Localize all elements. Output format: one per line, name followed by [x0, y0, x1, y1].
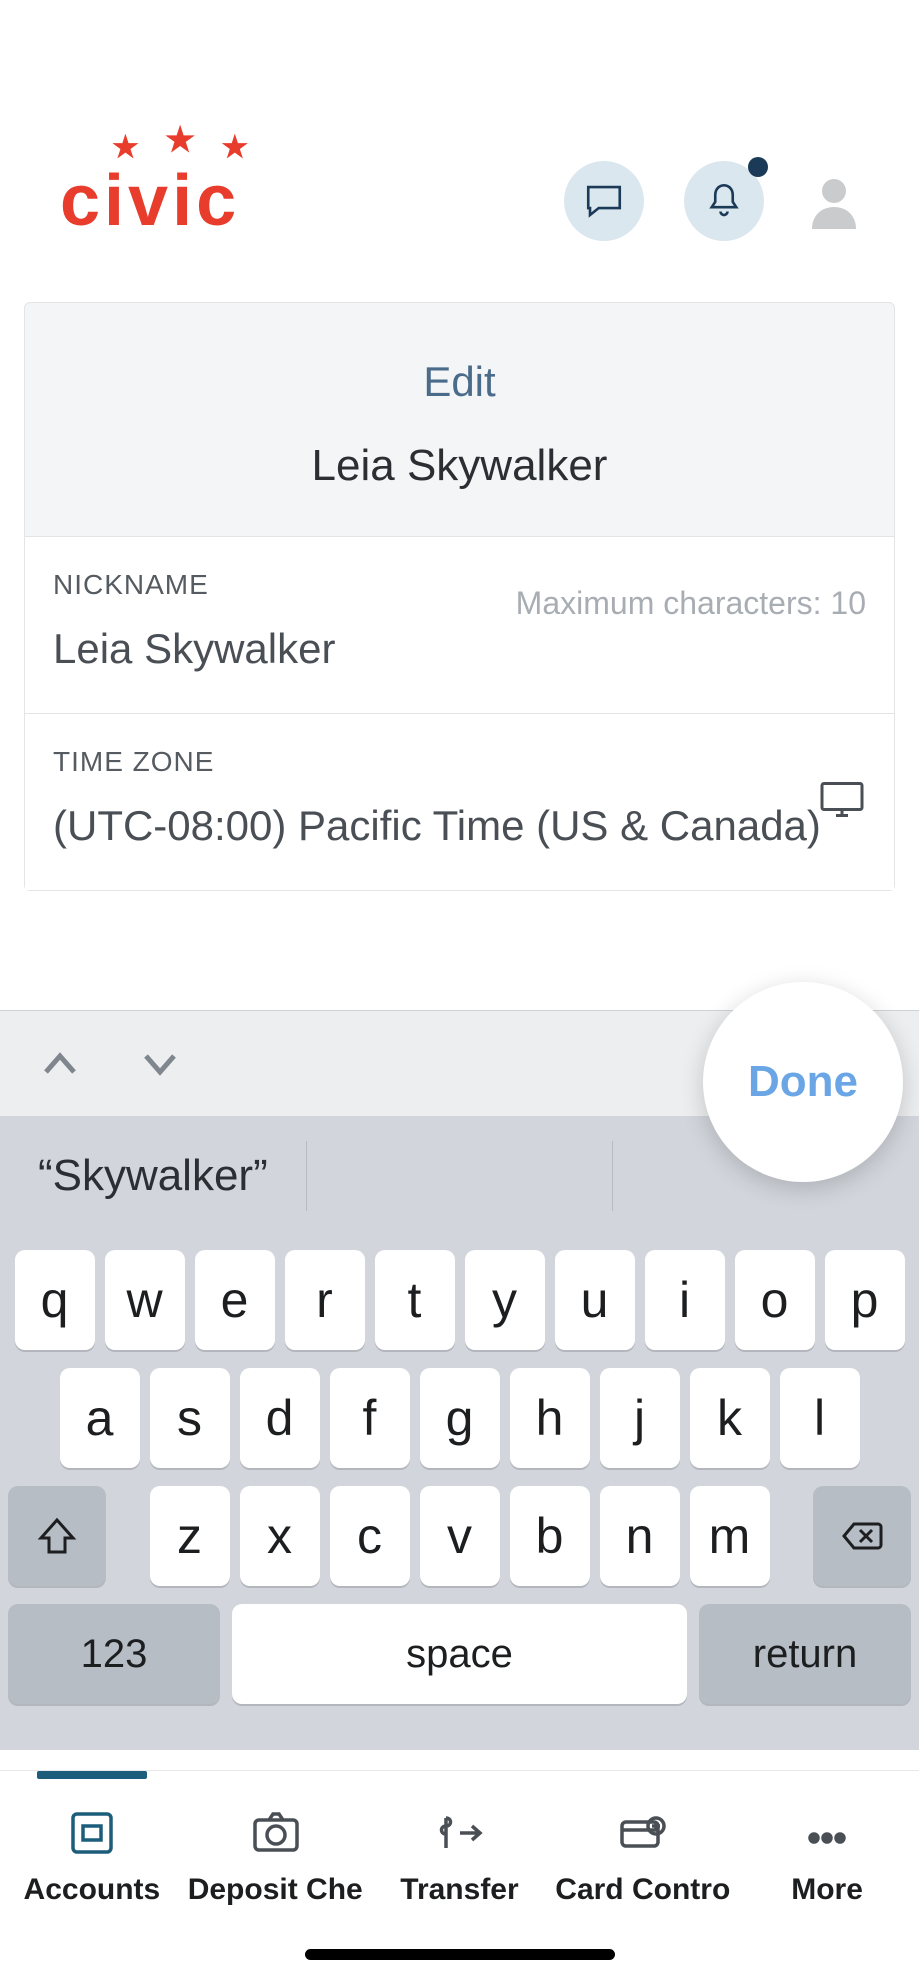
- keyboard-row-2: a s d f g h j k l: [8, 1368, 911, 1468]
- app-header: ★ ★ ★ civic: [0, 0, 919, 302]
- key-l[interactable]: l: [780, 1368, 860, 1468]
- key-q[interactable]: q: [15, 1250, 95, 1350]
- key-e[interactable]: e: [195, 1250, 275, 1350]
- key-i[interactable]: i: [645, 1250, 725, 1350]
- tab-accounts[interactable]: Accounts: [3, 1807, 181, 1907]
- card-controls-icon: [616, 1806, 670, 1860]
- return-key[interactable]: return: [699, 1604, 911, 1704]
- key-o[interactable]: o: [735, 1250, 815, 1350]
- tab-label: More: [791, 1873, 863, 1907]
- star-icon: ★: [221, 130, 252, 165]
- tab-deposit-check[interactable]: Deposit Check: [187, 1807, 365, 1907]
- key-z[interactable]: z: [150, 1486, 230, 1586]
- timezone-value: (UTC-08:00) Pacific Time (US & Canada): [53, 802, 866, 850]
- profile-button[interactable]: [804, 171, 864, 231]
- chat-icon: [583, 180, 625, 222]
- timezone-row[interactable]: TIME ZONE (UTC-08:00) Pacific Time (US &…: [25, 713, 894, 890]
- accounts-icon: [65, 1806, 119, 1860]
- key-p[interactable]: p: [825, 1250, 905, 1350]
- backspace-icon: [840, 1514, 884, 1558]
- camera-icon: [249, 1806, 303, 1860]
- monitor-icon: [818, 780, 866, 825]
- more-icon: [800, 1806, 854, 1860]
- key-k[interactable]: k: [690, 1368, 770, 1468]
- civic-logo: ★ ★ ★ civic: [60, 160, 240, 242]
- active-tab-indicator: [37, 1771, 147, 1779]
- star-icon: ★: [165, 120, 199, 165]
- key-d[interactable]: d: [240, 1368, 320, 1468]
- backspace-key[interactable]: [813, 1486, 911, 1586]
- header-actions: [564, 161, 864, 241]
- tab-label: Transfer: [400, 1873, 518, 1907]
- logo-text: civic: [60, 160, 240, 242]
- keyboard-row-4: 123 space return: [8, 1604, 911, 1704]
- key-u[interactable]: u: [555, 1250, 635, 1350]
- star-icon: ★: [112, 130, 143, 165]
- edit-profile-card: Edit Leia Skywalker NICKNAME Leia Skywal…: [24, 302, 895, 891]
- suggestion-item[interactable]: “Skywalker”: [0, 1141, 307, 1211]
- key-r[interactable]: r: [285, 1250, 365, 1350]
- key-w[interactable]: w: [105, 1250, 185, 1350]
- key-m[interactable]: m: [690, 1486, 770, 1586]
- card-title-area: Edit Leia Skywalker: [25, 303, 894, 536]
- profile-name: Leia Skywalker: [25, 441, 894, 491]
- messages-button[interactable]: [564, 161, 644, 241]
- key-x[interactable]: x: [240, 1486, 320, 1586]
- key-y[interactable]: y: [465, 1250, 545, 1350]
- key-n[interactable]: n: [600, 1486, 680, 1586]
- prev-field-button[interactable]: [40, 1044, 80, 1084]
- key-t[interactable]: t: [375, 1250, 455, 1350]
- transfer-icon: [432, 1806, 486, 1860]
- home-indicator[interactable]: [305, 1949, 615, 1960]
- tab-label: Accounts: [24, 1873, 161, 1907]
- keyboard-row-3: z x c v b n m: [8, 1486, 911, 1586]
- key-a[interactable]: a: [60, 1368, 140, 1468]
- max-chars-hint: Maximum characters: 10: [516, 585, 866, 622]
- key-f[interactable]: f: [330, 1368, 410, 1468]
- tab-label: Card Controls: [555, 1873, 731, 1907]
- keyboard-row-1: q w e r t y u i o p: [8, 1250, 911, 1350]
- done-label: Done: [748, 1057, 858, 1107]
- tab-transfer[interactable]: Transfer: [370, 1807, 548, 1907]
- tab-more[interactable]: More: [738, 1807, 916, 1907]
- notifications-button[interactable]: [684, 161, 764, 241]
- key-v[interactable]: v: [420, 1486, 500, 1586]
- key-g[interactable]: g: [420, 1368, 500, 1468]
- done-button[interactable]: Done: [703, 982, 903, 1182]
- tab-card-controls[interactable]: Card Controls: [554, 1807, 732, 1907]
- chevron-down-icon: [140, 1044, 180, 1084]
- key-j[interactable]: j: [600, 1368, 680, 1468]
- shift-key[interactable]: [8, 1486, 106, 1586]
- chevron-up-icon: [40, 1044, 80, 1084]
- edit-title: Edit: [25, 358, 894, 406]
- timezone-label: TIME ZONE: [53, 746, 866, 778]
- key-h[interactable]: h: [510, 1368, 590, 1468]
- nickname-input[interactable]: Leia Skywalker: [53, 625, 866, 673]
- shift-icon: [35, 1514, 79, 1558]
- next-field-button[interactable]: [140, 1044, 180, 1084]
- notification-dot: [748, 157, 768, 177]
- user-icon: [804, 171, 864, 231]
- onscreen-keyboard: q w e r t y u i o p a s d f g h j k l: [0, 1236, 919, 1750]
- logo-stars: ★ ★ ★: [112, 130, 252, 165]
- nickname-row[interactable]: NICKNAME Leia Skywalker Maximum characte…: [25, 536, 894, 713]
- suggestion-item[interactable]: [307, 1141, 614, 1211]
- key-c[interactable]: c: [330, 1486, 410, 1586]
- key-s[interactable]: s: [150, 1368, 230, 1468]
- tab-label: Deposit Check: [188, 1873, 364, 1907]
- space-key[interactable]: space: [232, 1604, 687, 1704]
- suggestion-text: “Skywalker”: [38, 1151, 268, 1201]
- bell-icon: [703, 180, 745, 222]
- numbers-key[interactable]: 123: [8, 1604, 220, 1704]
- key-b[interactable]: b: [510, 1486, 590, 1586]
